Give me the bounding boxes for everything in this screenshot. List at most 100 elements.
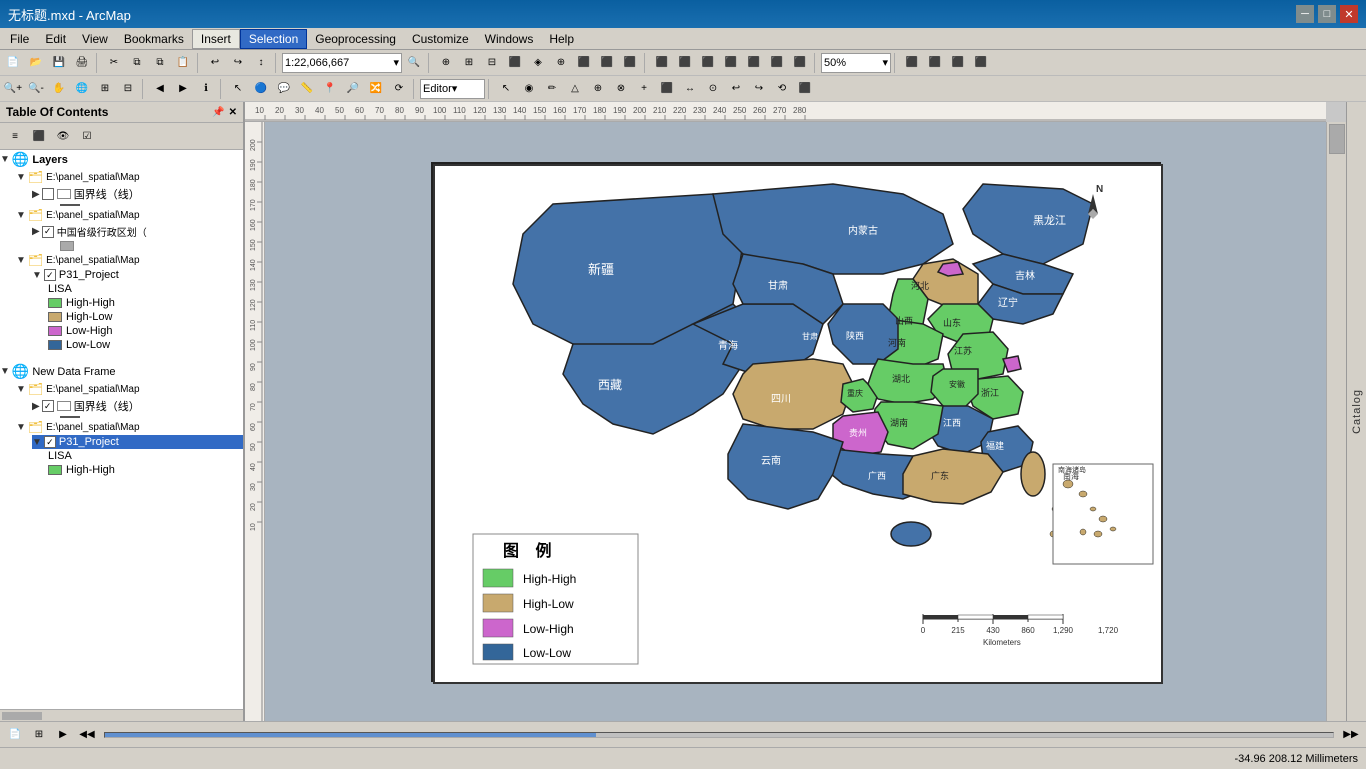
open-button[interactable]: 📂	[25, 52, 47, 74]
new-button[interactable]: 📄	[2, 52, 24, 74]
prev-btn[interactable]: ◀◀	[76, 724, 98, 746]
layer3-sub-item[interactable]: ▼ P31_Project	[32, 268, 243, 282]
edit-tool11[interactable]: ↪	[748, 78, 770, 100]
toc-source-btn[interactable]: ⬛	[28, 125, 50, 147]
tool18[interactable]: ⬛	[924, 52, 946, 74]
tool4[interactable]: ⬛	[504, 52, 526, 74]
toc-bottom-scrollbar[interactable]	[0, 709, 243, 721]
menu-help[interactable]: Help	[541, 30, 582, 48]
menu-bookmarks[interactable]: Bookmarks	[116, 30, 192, 48]
new-data-frame-group[interactable]: ▼ 🌐 New Data Frame	[0, 362, 243, 381]
menu-view[interactable]: View	[74, 30, 116, 48]
extent2-btn[interactable]: ⊟	[117, 78, 139, 100]
close-button[interactable]: ✕	[1340, 5, 1358, 23]
toc-vis-btn[interactable]: 👁	[52, 125, 74, 147]
low-high-item[interactable]: Low-High	[48, 324, 243, 338]
layer2-checkbox[interactable]	[42, 226, 54, 238]
menu-file[interactable]: File	[2, 30, 37, 48]
layers-group[interactable]: ▼ 🌐 Layers	[0, 150, 243, 169]
cut-button[interactable]: ✂	[103, 52, 125, 74]
scale-dropdown[interactable]: 1:22,066,667 ▾	[282, 53, 402, 73]
layer4-checkbox[interactable]	[42, 400, 54, 412]
tool16[interactable]: ⬛	[789, 52, 811, 74]
editor-dropdown[interactable]: Editor▾	[420, 79, 485, 99]
scale-zoom[interactable]: 🔍	[403, 52, 425, 74]
tool6[interactable]: ⊕	[550, 52, 572, 74]
tool19[interactable]: ⬛	[947, 52, 969, 74]
tool1[interactable]: ⊕	[435, 52, 457, 74]
globe-btn[interactable]: 🌐	[71, 78, 93, 100]
zoom-in-btn[interactable]: 🔍+	[2, 78, 24, 100]
edit-tool3[interactable]: △	[564, 78, 586, 100]
high-high-item[interactable]: High-High	[48, 296, 243, 310]
tool3[interactable]: ⊟	[481, 52, 503, 74]
edit-tool7[interactable]: ⬛	[656, 78, 678, 100]
tool11[interactable]: ⬛	[674, 52, 696, 74]
edit-tool6[interactable]: +	[633, 78, 655, 100]
redo-button[interactable]: ↪	[227, 52, 249, 74]
menu-insert[interactable]: Insert	[192, 29, 240, 49]
pan-btn[interactable]: ✋	[48, 78, 70, 100]
layer2-sub-item[interactable]: ▶ 中国省级行政区划（	[32, 223, 243, 240]
edit-tool10[interactable]: ↩	[725, 78, 747, 100]
edit-tool12[interactable]: ⟲	[771, 78, 793, 100]
catalog-panel[interactable]: Catalog	[1346, 102, 1366, 721]
edit-tool2[interactable]: ✏	[541, 78, 563, 100]
layer1-checkbox[interactable]	[42, 188, 54, 200]
back-btn[interactable]: ◀	[149, 78, 171, 100]
menu-customize[interactable]: Customize	[404, 30, 477, 48]
tool14[interactable]: ⬛	[743, 52, 765, 74]
toc-list-btn[interactable]: ≡	[4, 125, 26, 147]
info-btn[interactable]: 🔵	[250, 78, 272, 100]
tool15[interactable]: ⬛	[766, 52, 788, 74]
map-vscrollbar[interactable]	[1326, 122, 1346, 721]
layer4-group[interactable]: ▼ 🗂 E:\panel_spatial\Map	[16, 381, 243, 397]
tool7[interactable]: ⬛	[573, 52, 595, 74]
route-btn[interactable]: 🔀	[365, 78, 387, 100]
toc-pin-button[interactable]: 📌	[212, 107, 224, 118]
tool8[interactable]: ⬛	[596, 52, 618, 74]
edit-tool9[interactable]: ⊙	[702, 78, 724, 100]
identify-btn[interactable]: ℹ	[195, 78, 217, 100]
layer5-sub-item[interactable]: ▼ P31_Project	[32, 435, 243, 449]
markup-btn[interactable]: 💬	[273, 78, 295, 100]
layer4-sub-item[interactable]: ▶ 国界线（线）	[32, 397, 243, 415]
tool13[interactable]: ⬛	[720, 52, 742, 74]
save-button[interactable]: 💾	[48, 52, 70, 74]
minimize-button[interactable]: ─	[1296, 5, 1314, 23]
select-btn[interactable]: ↖	[227, 78, 249, 100]
menu-edit[interactable]: Edit	[37, 30, 74, 48]
low-low-item[interactable]: Low-Low	[48, 338, 243, 352]
edit-tool13[interactable]: ⬛	[794, 78, 816, 100]
menu-geoprocessing[interactable]: Geoprocessing	[307, 30, 404, 48]
layer5-checkbox[interactable]	[44, 436, 56, 448]
measure-btn[interactable]: 📏	[296, 78, 318, 100]
go-btn[interactable]: 📍	[319, 78, 341, 100]
menu-windows[interactable]: Windows	[477, 30, 542, 48]
data-view-btn[interactable]: ⊞	[28, 724, 50, 746]
undo-button[interactable]: ↩	[204, 52, 226, 74]
tool10[interactable]: ⬛	[651, 52, 673, 74]
tool20[interactable]: ⬛	[970, 52, 992, 74]
layer3-checkbox[interactable]	[44, 269, 56, 281]
maximize-button[interactable]: □	[1318, 5, 1336, 23]
route2-btn[interactable]: ⟳	[388, 78, 410, 100]
edit-tool8[interactable]: ↔	[679, 78, 701, 100]
layout-btn[interactable]: 📄	[4, 724, 26, 746]
paste-button[interactable]: 📋	[172, 52, 194, 74]
copy2-button[interactable]: ⧉	[149, 52, 171, 74]
layer1-sub-item[interactable]: ▶ 国界线（线）	[32, 185, 243, 203]
tool5[interactable]: ◈	[527, 52, 549, 74]
edit-tool1[interactable]: ◉	[518, 78, 540, 100]
edit-tool5[interactable]: ⊗	[610, 78, 632, 100]
tool12[interactable]: ⬛	[697, 52, 719, 74]
menu-selection[interactable]: Selection	[240, 29, 307, 49]
map-canvas[interactable]: 南海 新疆 西藏 青海 内蒙古 甘肃 黑龙江 吉林 辽宁 河北 山西 山东 河南…	[265, 122, 1326, 721]
arrow-button[interactable]: ↕	[250, 52, 272, 74]
play-btn[interactable]: ▶	[52, 724, 74, 746]
next-btn[interactable]: ▶▶	[1340, 724, 1362, 746]
tool2[interactable]: ⊞	[458, 52, 480, 74]
find-btn[interactable]: 🔎	[342, 78, 364, 100]
edit-tool4[interactable]: ⊕	[587, 78, 609, 100]
print-button[interactable]: 🖨	[71, 52, 93, 74]
